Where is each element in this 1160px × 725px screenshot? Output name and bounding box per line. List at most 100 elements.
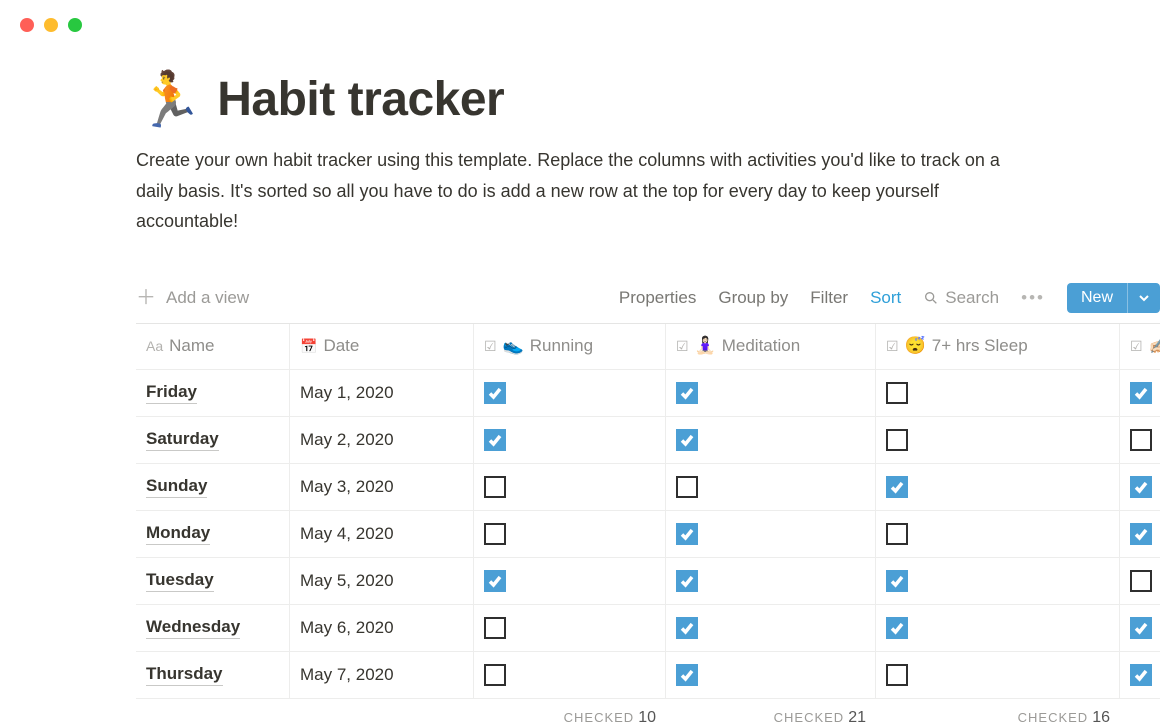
running-checkbox[interactable] xyxy=(484,382,506,404)
row-date[interactable]: May 4, 2020 xyxy=(290,511,474,558)
habit-table: AaName 📅Date ☑👟Running ☑🧘🏻‍♀️Meditation … xyxy=(136,323,1160,699)
running-cell[interactable] xyxy=(474,417,666,464)
checkbox-property-icon: ☑ xyxy=(484,338,497,355)
meditation-checkbox[interactable] xyxy=(676,570,698,592)
col-header-date[interactable]: 📅Date xyxy=(290,324,474,370)
more-menu-button[interactable]: ••• xyxy=(1021,288,1045,308)
sleep-checkbox[interactable] xyxy=(886,570,908,592)
col-header-sleep[interactable]: ☑😴7+ hrs Sleep xyxy=(876,324,1120,370)
running-cell[interactable] xyxy=(474,605,666,652)
running-checkbox[interactable] xyxy=(484,476,506,498)
sleep-cell[interactable] xyxy=(876,370,1120,417)
footer-running-count[interactable]: CHECKED10 xyxy=(474,699,666,725)
row-date[interactable]: May 3, 2020 xyxy=(290,464,474,511)
col-header-write[interactable]: ☑✍🏻 xyxy=(1120,324,1160,370)
running-checkbox[interactable] xyxy=(484,429,506,451)
running-cell[interactable] xyxy=(474,464,666,511)
sort-button[interactable]: Sort xyxy=(870,288,901,308)
row-name[interactable]: Wednesday xyxy=(136,605,290,652)
running-cell[interactable] xyxy=(474,652,666,699)
sleep-checkbox[interactable] xyxy=(886,382,908,404)
sleep-checkbox[interactable] xyxy=(886,523,908,545)
sleep-checkbox[interactable] xyxy=(886,429,908,451)
meditation-cell[interactable] xyxy=(666,511,876,558)
meditation-cell[interactable] xyxy=(666,464,876,511)
running-cell[interactable] xyxy=(474,511,666,558)
sleep-checkbox[interactable] xyxy=(886,476,908,498)
close-window-dot[interactable] xyxy=(20,18,34,32)
running-checkbox[interactable] xyxy=(484,664,506,686)
row-date[interactable]: May 1, 2020 xyxy=(290,370,474,417)
col-header-meditation[interactable]: ☑🧘🏻‍♀️Meditation xyxy=(666,324,876,370)
row-name[interactable]: Thursday xyxy=(136,652,290,699)
write-checkbox[interactable] xyxy=(1130,476,1152,498)
write-checkbox[interactable] xyxy=(1130,382,1152,404)
meditation-cell[interactable] xyxy=(666,605,876,652)
write-checkbox[interactable] xyxy=(1130,664,1152,686)
sleep-cell[interactable] xyxy=(876,511,1120,558)
col-header-running[interactable]: ☑👟Running xyxy=(474,324,666,370)
footer-meditation-count[interactable]: CHECKED21 xyxy=(666,699,876,725)
meditation-checkbox[interactable] xyxy=(676,429,698,451)
row-name[interactable]: Friday xyxy=(136,370,290,417)
page-description[interactable]: Create your own habit tracker using this… xyxy=(136,145,1036,237)
row-date[interactable]: May 2, 2020 xyxy=(290,417,474,464)
meditation-checkbox[interactable] xyxy=(676,523,698,545)
row-date[interactable]: May 5, 2020 xyxy=(290,558,474,605)
write-cell[interactable] xyxy=(1120,370,1160,417)
write-cell[interactable] xyxy=(1120,652,1160,699)
add-view-button[interactable]: ＋ Add a view xyxy=(136,288,249,308)
properties-button[interactable]: Properties xyxy=(619,288,696,308)
add-view-label: Add a view xyxy=(166,288,249,308)
meditation-cell[interactable] xyxy=(666,370,876,417)
running-checkbox[interactable] xyxy=(484,523,506,545)
sleep-checkbox[interactable] xyxy=(886,664,908,686)
col-header-name[interactable]: AaName xyxy=(136,324,290,370)
row-date[interactable]: May 6, 2020 xyxy=(290,605,474,652)
sleep-cell[interactable] xyxy=(876,464,1120,511)
write-checkbox[interactable] xyxy=(1130,570,1152,592)
row-date[interactable]: May 7, 2020 xyxy=(290,652,474,699)
checkbox-property-icon: ☑ xyxy=(1130,338,1143,355)
meditation-checkbox[interactable] xyxy=(676,664,698,686)
write-cell[interactable] xyxy=(1120,605,1160,652)
running-cell[interactable] xyxy=(474,370,666,417)
write-cell[interactable] xyxy=(1120,464,1160,511)
running-checkbox[interactable] xyxy=(484,570,506,592)
write-cell[interactable] xyxy=(1120,417,1160,464)
page-emoji[interactable]: 🏃 xyxy=(136,73,203,127)
meditation-checkbox[interactable] xyxy=(676,617,698,639)
write-checkbox[interactable] xyxy=(1130,617,1152,639)
meditation-checkbox[interactable] xyxy=(676,476,698,498)
meditation-checkbox[interactable] xyxy=(676,382,698,404)
filter-button[interactable]: Filter xyxy=(810,288,848,308)
group-by-button[interactable]: Group by xyxy=(718,288,788,308)
minimize-window-dot[interactable] xyxy=(44,18,58,32)
search-button[interactable]: Search xyxy=(923,288,999,308)
plus-icon: ＋ xyxy=(136,288,156,308)
page-title[interactable]: Habit tracker xyxy=(217,72,504,127)
running-cell[interactable] xyxy=(474,558,666,605)
new-button[interactable]: New xyxy=(1067,283,1127,313)
write-cell[interactable] xyxy=(1120,558,1160,605)
sleep-checkbox[interactable] xyxy=(886,617,908,639)
row-name[interactable]: Sunday xyxy=(136,464,290,511)
write-checkbox[interactable] xyxy=(1130,429,1152,451)
sleep-cell[interactable] xyxy=(876,652,1120,699)
row-name[interactable]: Saturday xyxy=(136,417,290,464)
maximize-window-dot[interactable] xyxy=(68,18,82,32)
meditation-cell[interactable] xyxy=(666,558,876,605)
sleep-cell[interactable] xyxy=(876,605,1120,652)
write-checkbox[interactable] xyxy=(1130,523,1152,545)
write-cell[interactable] xyxy=(1120,511,1160,558)
meditation-cell[interactable] xyxy=(666,652,876,699)
row-name[interactable]: Monday xyxy=(136,511,290,558)
running-checkbox[interactable] xyxy=(484,617,506,639)
sleep-cell[interactable] xyxy=(876,558,1120,605)
row-name[interactable]: Tuesday xyxy=(136,558,290,605)
footer-sleep-count[interactable]: CHECKED16 xyxy=(876,699,1120,725)
meditation-cell[interactable] xyxy=(666,417,876,464)
table-footer: CHECKED10 CHECKED21 CHECKED16 xyxy=(136,699,1160,725)
sleep-cell[interactable] xyxy=(876,417,1120,464)
new-dropdown-button[interactable] xyxy=(1127,283,1160,313)
